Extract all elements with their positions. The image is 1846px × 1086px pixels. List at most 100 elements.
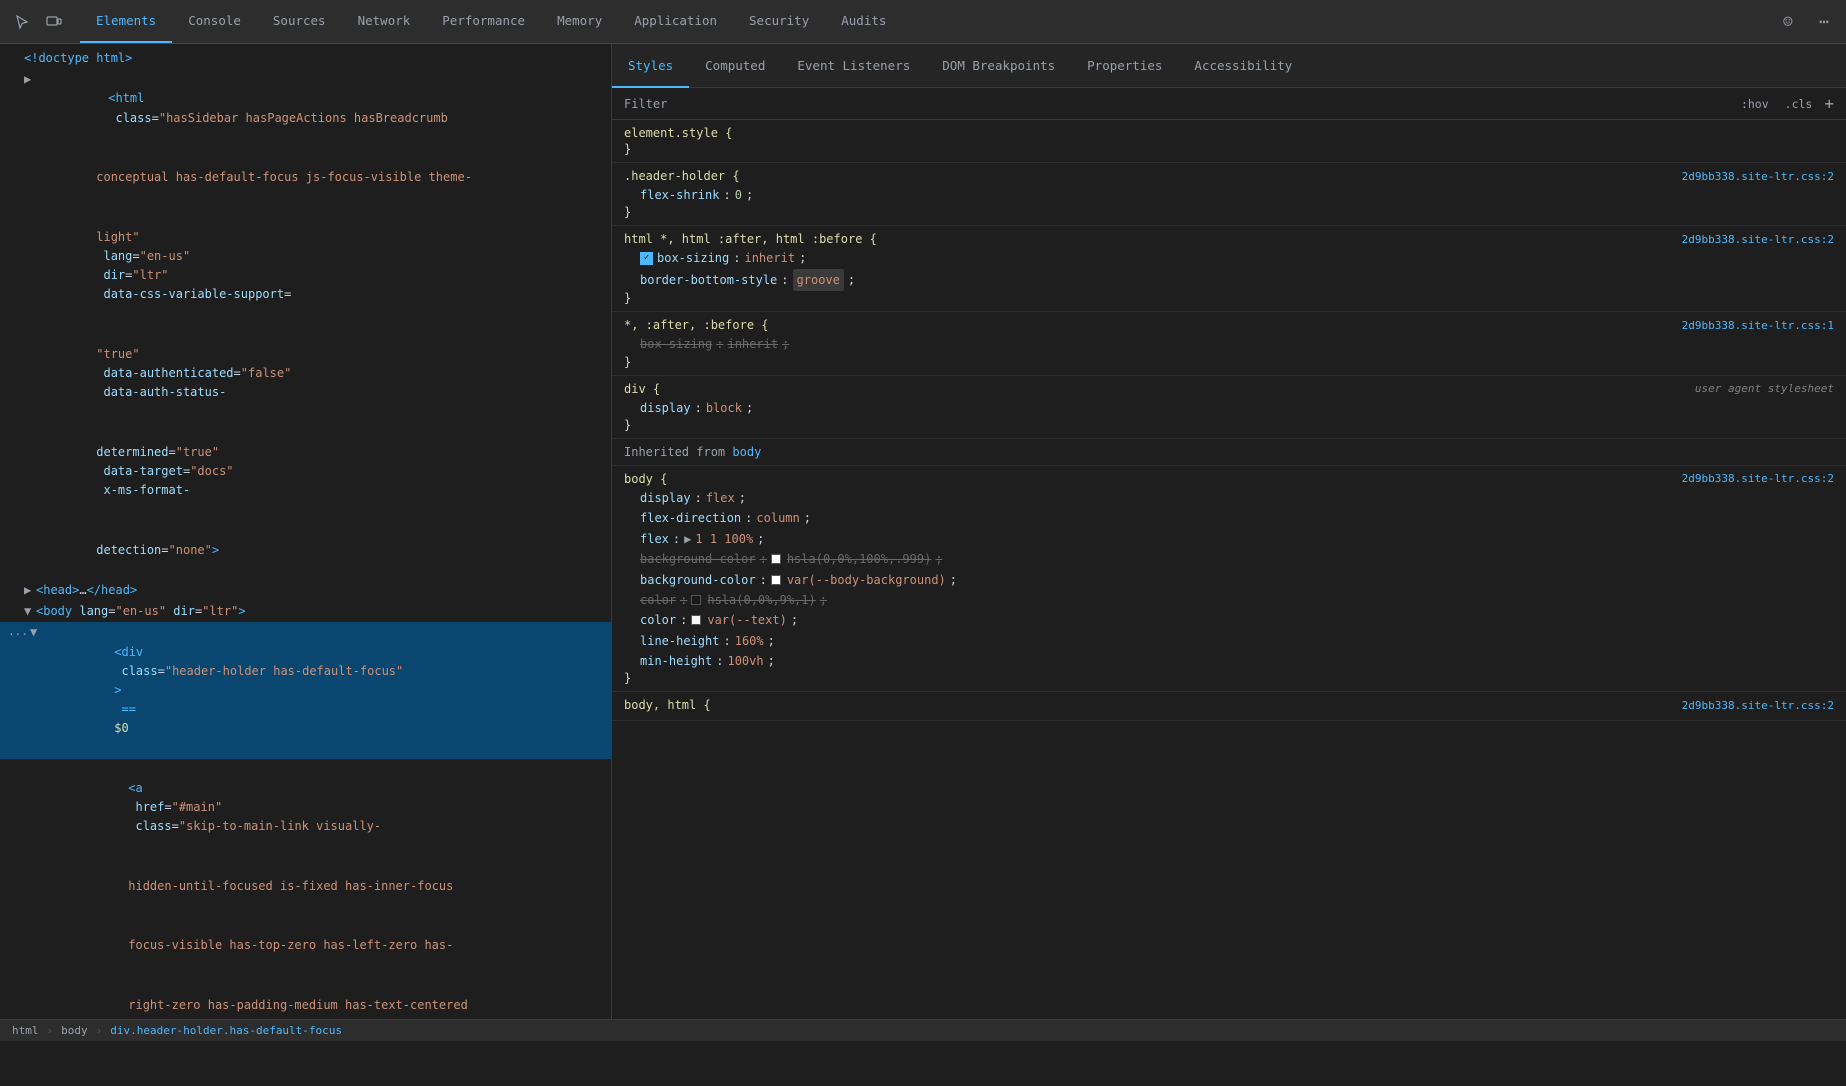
css-property-box-sizing-strike: box-sizing : inherit ; bbox=[640, 334, 1834, 354]
tree-div-header-holder[interactable]: ... ▼ <div class="header-holder has-defa… bbox=[0, 622, 611, 758]
styles-content: element.style { } .header-holder { 2d9bb… bbox=[612, 120, 1846, 1019]
css-property-box-sizing: box-sizing : inherit ; bbox=[640, 248, 1834, 268]
tab-console[interactable]: Console bbox=[172, 0, 257, 43]
rule-body-props: display : flex ; flex-direction : column… bbox=[624, 488, 1834, 672]
rule-body-html-partial: body, html { 2d9bb338.site-ltr.css:2 bbox=[612, 692, 1846, 721]
tab-memory[interactable]: Memory bbox=[541, 0, 618, 43]
rule-star: *, :after, :before { 2d9bb338.site-ltr.c… bbox=[612, 312, 1846, 375]
rule-selector: *, :after, :before { 2d9bb338.site-ltr.c… bbox=[624, 318, 1834, 332]
cursor-icon[interactable] bbox=[8, 8, 36, 36]
add-rule-button[interactable]: + bbox=[1824, 94, 1834, 113]
tab-application[interactable]: Application bbox=[618, 0, 733, 43]
sub-tabs: Styles Computed Event Listeners DOM Brea… bbox=[612, 44, 1846, 88]
cls-button[interactable]: .cls bbox=[1781, 95, 1817, 113]
breadcrumb-div[interactable]: div.header-holder.has-default-focus bbox=[106, 1024, 346, 1037]
tab-network[interactable]: Network bbox=[342, 0, 427, 43]
tree-a-skip-cont3[interactable]: right-zero has-padding-medium has-text-c… bbox=[0, 976, 611, 1019]
emoji-icon[interactable]: ☺ bbox=[1774, 8, 1802, 36]
color-swatch-white3[interactable] bbox=[691, 615, 701, 625]
inherited-header: Inherited from body bbox=[612, 439, 1846, 466]
tree-a-skip[interactable]: <a href="#main" class="skip-to-main-link… bbox=[0, 759, 611, 857]
rule-selector: div { user agent stylesheet bbox=[624, 382, 1834, 396]
subtab-computed[interactable]: Computed bbox=[689, 44, 781, 88]
top-tabs: Elements Console Sources Network Perform… bbox=[80, 0, 1774, 43]
rule-body: flex-shrink : 0 ; bbox=[624, 185, 1834, 205]
color-swatch-dark[interactable] bbox=[691, 595, 701, 605]
rule-html-star: html *, html :after, html :before { 2d9b… bbox=[612, 226, 1846, 312]
breadcrumb-body[interactable]: body bbox=[57, 1024, 92, 1037]
filter-bar: Filter :hov .cls + bbox=[612, 88, 1846, 120]
css-property: flex-shrink : 0 ; bbox=[640, 185, 1834, 205]
toolbar-icons bbox=[8, 8, 68, 36]
color-swatch-white[interactable] bbox=[771, 554, 781, 564]
css-prop-min-height: min-height : 100vh ; bbox=[640, 651, 1834, 671]
tree-html-cont2[interactable]: light" lang="en-us" dir="ltr" data-css-v… bbox=[0, 208, 611, 325]
rule-header-holder: .header-holder { 2d9bb338.site-ltr.css:2… bbox=[612, 163, 1846, 226]
rule-source-agent: user agent stylesheet bbox=[1695, 382, 1834, 395]
elements-tree[interactable]: <!doctype html> ▶ <html class="hasSideba… bbox=[0, 44, 611, 1019]
rule-source-link[interactable]: 2d9bb338.site-ltr.css:1 bbox=[1682, 319, 1834, 332]
tab-performance[interactable]: Performance bbox=[426, 0, 541, 43]
css-prop-bg-color-strike: background-color : hsla(0,0%,100%,.999) … bbox=[640, 549, 1834, 569]
css-prop-flex-direction: flex-direction : column ; bbox=[640, 508, 1834, 528]
css-property-border-bottom: border-bottom-style : groove ; bbox=[640, 269, 1834, 291]
css-prop-bg-color: background-color : var(--body-background… bbox=[640, 570, 1834, 590]
filter-input[interactable] bbox=[675, 97, 1729, 111]
tree-html-cont4[interactable]: determined="true" data-target="docs" x-m… bbox=[0, 423, 611, 521]
subtab-styles[interactable]: Styles bbox=[612, 44, 689, 88]
css-prop-flex: flex : ▶ 1 1 100% ; bbox=[640, 529, 1834, 549]
flex-triangle[interactable]: ▶ bbox=[684, 529, 691, 549]
css-prop-color-strike: color : hsla(0,0%,9%,1) ; bbox=[640, 590, 1834, 610]
rule-element-style: element.style { } bbox=[612, 120, 1846, 163]
rule-body: display : block ; bbox=[624, 398, 1834, 418]
rule-source-link[interactable]: 2d9bb338.site-ltr.css:2 bbox=[1682, 233, 1834, 246]
tree-html-cont[interactable]: conceptual has-default-focus js-focus-vi… bbox=[0, 148, 611, 208]
subtab-accessibility[interactable]: Accessibility bbox=[1178, 44, 1308, 88]
filter-label: Filter bbox=[624, 97, 667, 111]
inherited-from-body[interactable]: body bbox=[732, 445, 761, 459]
tree-html[interactable]: ▶ <html class="hasSidebar hasPageActions… bbox=[0, 69, 611, 148]
styles-panel: Styles Computed Event Listeners DOM Brea… bbox=[612, 44, 1846, 1019]
device-emulation-icon[interactable] bbox=[40, 8, 68, 36]
rule-source-link[interactable]: 2d9bb338.site-ltr.css:2 bbox=[1682, 699, 1834, 712]
tree-html-cont5[interactable]: detection="none"> bbox=[0, 521, 611, 581]
tree-doctype[interactable]: <!doctype html> bbox=[0, 48, 611, 69]
tree-a-skip-cont[interactable]: hidden-until-focused is-fixed has-inner-… bbox=[0, 857, 611, 917]
rule-source-link[interactable]: 2d9bb338.site-ltr.css:2 bbox=[1682, 472, 1834, 485]
rule-div: div { user agent stylesheet display : bl… bbox=[612, 376, 1846, 439]
rule-selector: element.style { bbox=[624, 126, 1834, 140]
tree-body[interactable]: ▼ <body lang="en-us" dir="ltr"> bbox=[0, 601, 611, 622]
hov-button[interactable]: :hov bbox=[1737, 95, 1773, 113]
main-layout: <!doctype html> ▶ <html class="hasSideba… bbox=[0, 44, 1846, 1019]
color-swatch-white2[interactable] bbox=[771, 575, 781, 585]
subtab-event-listeners[interactable]: Event Listeners bbox=[781, 44, 926, 88]
rule-selector: body, html { 2d9bb338.site-ltr.css:2 bbox=[624, 698, 1834, 712]
rule-selector: .header-holder { 2d9bb338.site-ltr.css:2 bbox=[624, 169, 1834, 183]
tree-a-skip-cont2[interactable]: focus-visible has-top-zero has-left-zero… bbox=[0, 916, 611, 976]
css-checkbox[interactable] bbox=[640, 252, 653, 265]
rule-source-link[interactable]: 2d9bb338.site-ltr.css:2 bbox=[1682, 170, 1834, 183]
rule-body: box-sizing : inherit ; bbox=[624, 334, 1834, 354]
breadcrumb: html › body › div.header-holder.has-defa… bbox=[0, 1019, 1846, 1041]
top-toolbar: Elements Console Sources Network Perform… bbox=[0, 0, 1846, 44]
tree-html-cont3[interactable]: "true" data-authenticated="false" data-a… bbox=[0, 325, 611, 423]
breadcrumb-html[interactable]: html bbox=[8, 1024, 43, 1037]
elements-panel: <!doctype html> ▶ <html class="hasSideba… bbox=[0, 44, 612, 1019]
tab-security[interactable]: Security bbox=[733, 0, 825, 43]
css-property-display: display : block ; bbox=[640, 398, 1834, 418]
tab-elements[interactable]: Elements bbox=[80, 0, 172, 43]
toolbar-right: ☺ ⋯ bbox=[1774, 8, 1838, 36]
more-options-icon[interactable]: ⋯ bbox=[1810, 8, 1838, 36]
rule-selector: html *, html :after, html :before { 2d9b… bbox=[624, 232, 1834, 246]
tab-audits[interactable]: Audits bbox=[825, 0, 902, 43]
rule-body: box-sizing : inherit ; border-bottom-sty… bbox=[624, 248, 1834, 291]
rule-body-inherited: body { 2d9bb338.site-ltr.css:2 display :… bbox=[612, 466, 1846, 693]
css-prop-line-height: line-height : 160% ; bbox=[640, 631, 1834, 651]
rule-selector: body { 2d9bb338.site-ltr.css:2 bbox=[624, 472, 1834, 486]
tree-head[interactable]: ▶ <head>…</head> bbox=[0, 580, 611, 601]
subtab-dom-breakpoints[interactable]: DOM Breakpoints bbox=[926, 44, 1071, 88]
subtab-properties[interactable]: Properties bbox=[1071, 44, 1178, 88]
tab-sources[interactable]: Sources bbox=[257, 0, 342, 43]
css-prop-color: color : var(--text) ; bbox=[640, 610, 1834, 630]
css-prop-display-flex: display : flex ; bbox=[640, 488, 1834, 508]
